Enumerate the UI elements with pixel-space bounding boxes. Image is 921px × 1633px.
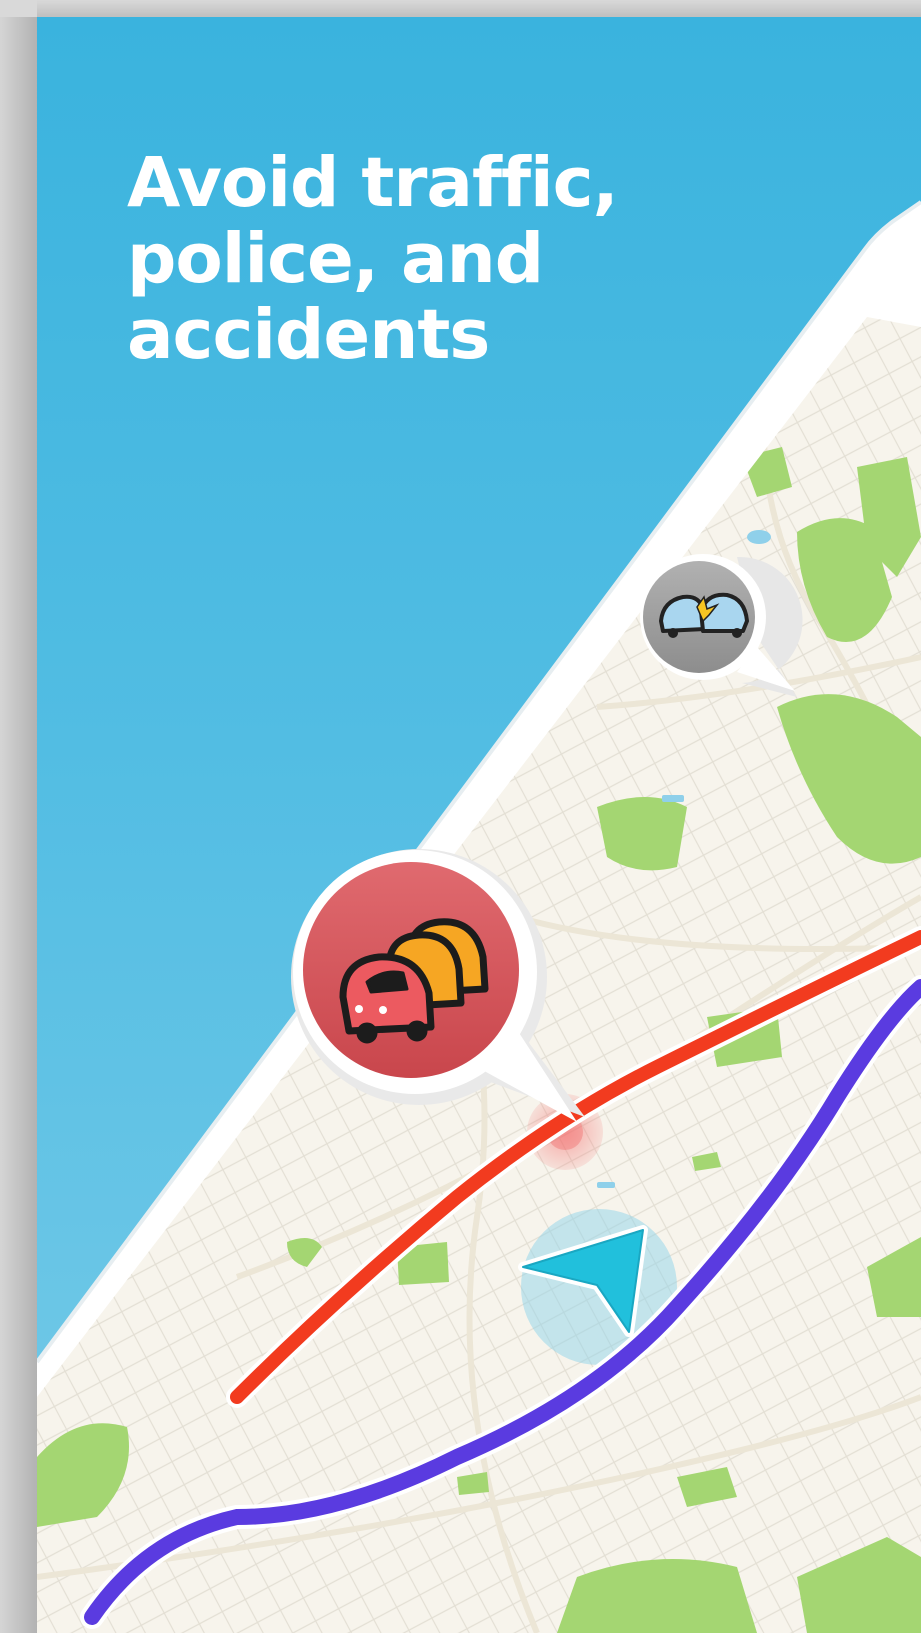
car-crash-icon [659, 592, 749, 638]
frame-shadow-left [0, 17, 37, 1633]
frame-shadow-top [37, 0, 921, 17]
device-illustration [37, 200, 921, 1633]
promo-screen: Avoid traffic, police, and accidents [37, 17, 921, 1633]
